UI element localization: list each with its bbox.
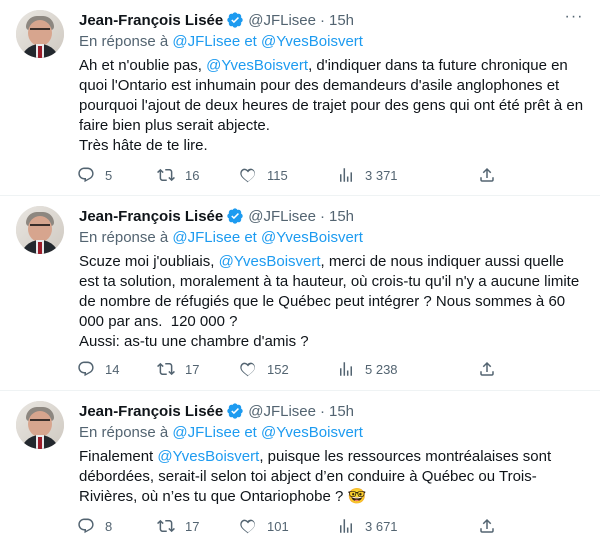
retweet-icon xyxy=(157,168,175,182)
tweet[interactable]: Jean-François Lisée @JFLisee · 15h En ré… xyxy=(0,206,600,384)
reply-button[interactable]: 14 xyxy=(77,359,119,379)
like-button[interactable]: 152 xyxy=(239,359,289,379)
reply-button[interactable]: 5 xyxy=(77,165,112,185)
tweet-body: Scuze moi j'oubliais, @YvesBoisvert, mer… xyxy=(79,252,584,352)
timestamp[interactable]: 15h xyxy=(329,403,354,420)
reply-prefix: En réponse à xyxy=(79,424,169,441)
tweet-mention[interactable]: @YvesBoisvert xyxy=(219,253,321,270)
like-count: 101 xyxy=(267,518,289,534)
reply-count: 14 xyxy=(105,361,120,377)
reply-icon xyxy=(78,518,94,534)
more-icon[interactable]: ··· xyxy=(564,9,584,30)
like-icon xyxy=(240,362,255,377)
views-button[interactable]: 3 671 xyxy=(337,516,398,536)
reply-count: 5 xyxy=(105,167,113,183)
action-bar: 8 17 101 3 671 xyxy=(77,516,584,536)
tweet-header: Jean-François Lisée @JFLisee · 15h xyxy=(79,206,584,226)
reply-mention-jflisee[interactable]: @JFLisee xyxy=(172,33,240,50)
reply-prefix: En réponse à xyxy=(79,33,169,50)
views-icon xyxy=(340,519,352,533)
reply-icon xyxy=(78,167,94,183)
reply-mention-yvesboisvert[interactable]: @YvesBoisvert xyxy=(261,424,363,441)
like-button[interactable]: 101 xyxy=(239,516,289,536)
timestamp[interactable]: 15h xyxy=(329,12,354,29)
retweet-button[interactable]: 17 xyxy=(157,516,199,536)
action-bar: 14 17 152 5 238 xyxy=(77,359,584,379)
author-name[interactable]: Jean-François Lisée xyxy=(79,208,223,225)
reply-et: et xyxy=(244,33,257,50)
timestamp[interactable]: 15h xyxy=(329,208,354,225)
tweet-text: Finalement xyxy=(79,448,158,465)
reply-button[interactable]: 8 xyxy=(77,516,112,536)
reply-context: En réponse à @JFLisee et @YvesBoisvert xyxy=(79,424,584,444)
author-name[interactable]: Jean-François Lisée xyxy=(79,403,223,420)
verified-badge-icon xyxy=(227,12,243,28)
author-handle[interactable]: @JFLisee xyxy=(248,403,316,420)
share-button[interactable] xyxy=(478,165,496,185)
tweet-text: Scuze moi j'oubliais, xyxy=(79,253,219,270)
like-count: 115 xyxy=(267,167,288,183)
tweet-body: Ah et n'oublie pas, @YvesBoisvert, d'ind… xyxy=(79,56,584,156)
like-count: 152 xyxy=(267,361,289,377)
reply-prefix: En réponse à xyxy=(79,229,169,246)
like-icon xyxy=(240,519,255,534)
reply-et: et xyxy=(244,424,257,441)
author-handle[interactable]: @JFLisee xyxy=(248,12,316,29)
like-button[interactable]: 115 xyxy=(239,165,288,185)
retweet-icon xyxy=(157,362,175,376)
retweet-button[interactable]: 16 xyxy=(157,165,199,185)
reply-context: En réponse à @JFLisee et @YvesBoisvert xyxy=(79,229,584,249)
view-count: 5 238 xyxy=(365,361,398,377)
share-icon xyxy=(480,167,494,182)
tweet-header: Jean-François Lisée @JFLisee · 15h xyxy=(79,10,584,30)
tweet[interactable]: Jean-François Lisée @JFLisee · 15h En ré… xyxy=(0,401,600,551)
author-name[interactable]: Jean-François Lisée xyxy=(79,12,223,29)
reply-icon xyxy=(78,361,94,377)
like-icon xyxy=(240,168,255,183)
retweet-count: 16 xyxy=(185,167,200,183)
share-button[interactable] xyxy=(478,359,496,379)
separator-dot: · xyxy=(319,11,325,29)
separator-dot: · xyxy=(319,207,325,225)
retweet-count: 17 xyxy=(185,518,200,534)
divider xyxy=(0,390,600,391)
author-handle[interactable]: @JFLisee xyxy=(248,208,316,225)
verified-badge-icon xyxy=(227,208,243,224)
tweet-mention[interactable]: @YvesBoisvert xyxy=(206,57,308,74)
reply-count: 8 xyxy=(105,518,113,534)
tweet-body: Finalement @YvesBoisvert, puisque les re… xyxy=(79,447,584,507)
tweet-text: Ah et n'oublie pas, xyxy=(79,57,207,74)
reply-mention-yvesboisvert[interactable]: @YvesBoisvert xyxy=(261,229,363,246)
retweet-button[interactable]: 17 xyxy=(157,359,199,379)
views-icon xyxy=(340,168,352,182)
reply-et: et xyxy=(244,229,257,246)
views-icon xyxy=(340,362,352,376)
action-bar: 5 16 115 3 371 xyxy=(77,165,584,185)
share-icon xyxy=(480,518,494,533)
retweet-count: 17 xyxy=(185,361,200,377)
avatar[interactable] xyxy=(16,401,64,449)
tweet[interactable]: Jean-François Lisée @JFLisee · 15h ··· E… xyxy=(0,9,600,188)
view-count: 3 671 xyxy=(365,518,398,534)
reply-mention-jflisee[interactable]: @JFLisee xyxy=(172,229,240,246)
avatar[interactable] xyxy=(16,206,64,254)
separator-dot: · xyxy=(319,402,325,420)
share-button[interactable] xyxy=(478,516,496,536)
views-button[interactable]: 5 238 xyxy=(337,359,398,379)
share-icon xyxy=(480,361,494,376)
reply-context: En réponse à @JFLisee et @YvesBoisvert xyxy=(79,33,584,53)
reply-mention-jflisee[interactable]: @JFLisee xyxy=(172,424,240,441)
view-count: 3 371 xyxy=(365,167,398,183)
verified-badge-icon xyxy=(227,403,243,419)
tweet-header: Jean-François Lisée @JFLisee · 15h xyxy=(79,401,584,421)
views-button[interactable]: 3 371 xyxy=(337,165,398,185)
divider xyxy=(0,195,600,196)
avatar[interactable] xyxy=(16,10,64,58)
tweet-mention[interactable]: @YvesBoisvert xyxy=(157,448,259,465)
reply-mention-yvesboisvert[interactable]: @YvesBoisvert xyxy=(261,33,363,50)
retweet-icon xyxy=(157,519,175,533)
